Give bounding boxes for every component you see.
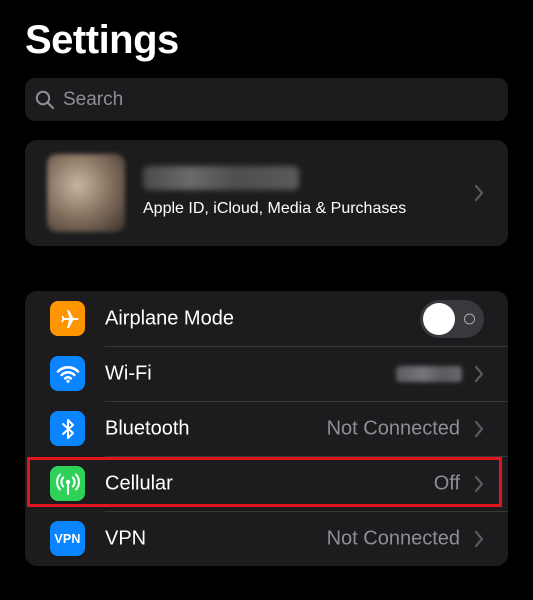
- chevron-right-icon: [474, 530, 484, 548]
- airplane-mode-toggle[interactable]: [420, 299, 484, 338]
- settings-row-label: Wi-Fi: [105, 362, 152, 384]
- vpn-status: Not Connected: [326, 527, 460, 549]
- search-placeholder: Search: [63, 88, 124, 110]
- settings-row-wifi[interactable]: Wi-Fi: [25, 346, 508, 401]
- vpn-icon: VPN: [50, 521, 85, 556]
- settings-row-bluetooth[interactable]: Bluetooth Not Connected: [25, 401, 508, 456]
- toggle-off-indicator: [464, 313, 475, 324]
- toggle-knob: [423, 302, 455, 335]
- vpn-icon-text: VPN: [54, 531, 81, 546]
- search-field[interactable]: Search: [25, 78, 508, 121]
- settings-row-label: Bluetooth: [105, 417, 190, 439]
- settings-row-label: Airplane Mode: [105, 307, 234, 329]
- wifi-network-redacted: [396, 365, 462, 382]
- airplane-icon: [50, 301, 85, 336]
- avatar: [47, 154, 125, 232]
- bluetooth-status: Not Connected: [326, 417, 460, 439]
- connectivity-settings-group: Airplane Mode Wi-Fi Bluetooth Not Connec…: [25, 291, 508, 566]
- profile-subtitle: Apple ID, iCloud, Media & Purchases: [143, 200, 407, 217]
- settings-row-vpn[interactable]: VPN VPN Not Connected: [25, 511, 508, 566]
- settings-row-airplane-mode[interactable]: Airplane Mode: [25, 291, 508, 346]
- settings-row-label: VPN: [105, 527, 147, 549]
- bluetooth-icon: [50, 411, 85, 446]
- page-title: Settings: [25, 18, 179, 62]
- search-icon: [35, 89, 57, 111]
- apple-id-profile-card[interactable]: Apple ID, iCloud, Media & Purchases: [25, 140, 508, 246]
- chevron-right-icon: [474, 184, 484, 202]
- chevron-right-icon: [474, 420, 484, 438]
- profile-name-redacted: [143, 166, 299, 190]
- cellular-highlight-box: [27, 457, 502, 507]
- wifi-icon: [50, 356, 85, 391]
- chevron-right-icon: [474, 365, 484, 383]
